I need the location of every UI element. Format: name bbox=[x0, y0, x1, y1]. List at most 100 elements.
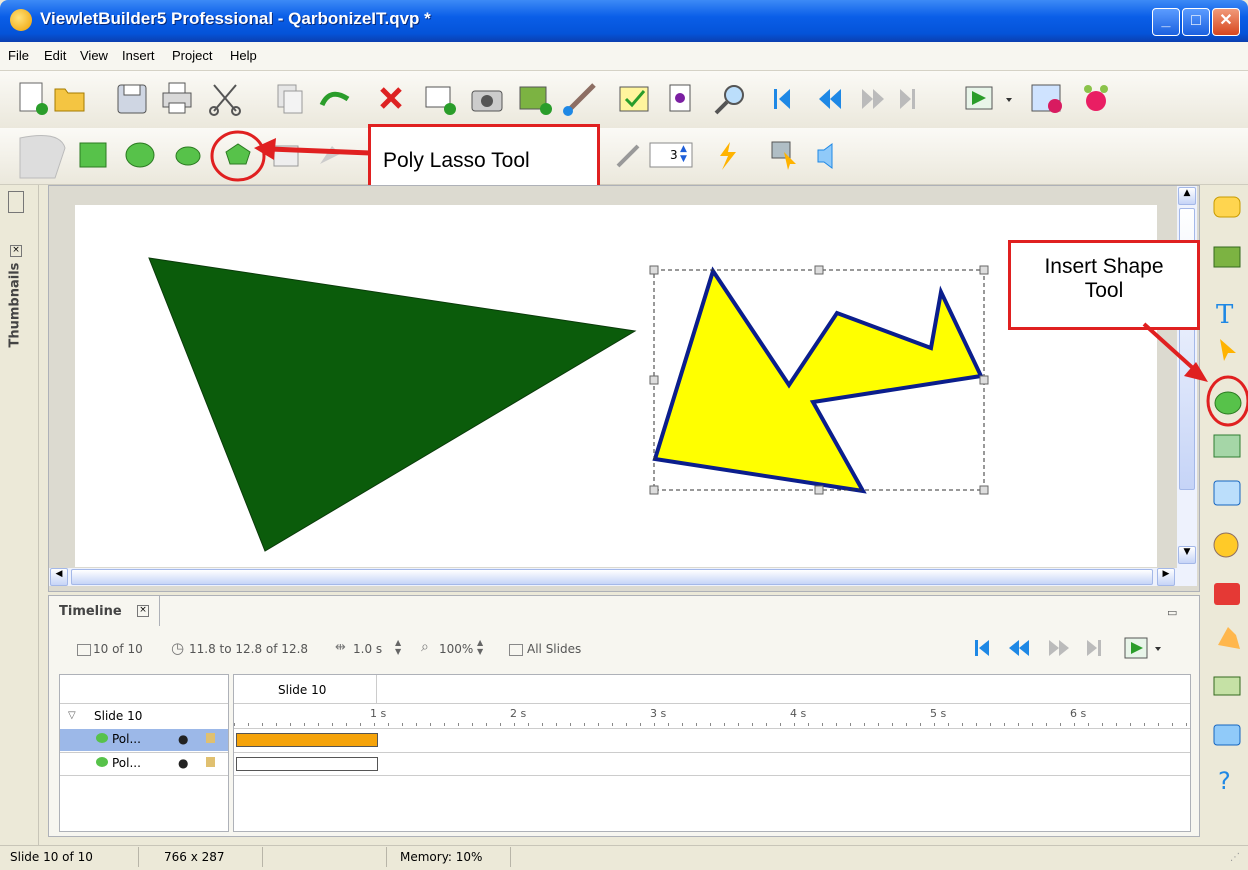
callout-tool-icon bbox=[1213, 196, 1241, 218]
insert-shape-callout-line1: Insert Shape bbox=[1044, 255, 1164, 278]
timeline-tracks: Slide 10 1 s 2 s 3 s 4 s 5 s 6 s bbox=[233, 674, 1191, 832]
camera-icon bbox=[471, 90, 503, 112]
rectangle-tool-icon bbox=[79, 142, 107, 168]
copy-icon bbox=[277, 84, 303, 114]
menu-help[interactable]: Help bbox=[230, 48, 257, 63]
handle-icon bbox=[19, 135, 66, 179]
poly-lasso-arrow bbox=[254, 138, 371, 160]
maximize-button[interactable]: □ bbox=[1182, 8, 1210, 36]
publish-icon bbox=[1031, 84, 1062, 113]
horizontal-scrollbar[interactable]: ◀ ▶ bbox=[49, 568, 1177, 586]
image-slide-icon bbox=[519, 86, 552, 115]
brush-icon bbox=[563, 83, 596, 116]
check-icon bbox=[619, 86, 649, 112]
pause-tool-icon bbox=[1214, 583, 1240, 605]
main-toolbar bbox=[0, 71, 1248, 129]
window-title: ViewletBuilder5 Professional - Qarbonize… bbox=[40, 9, 431, 28]
scroll-left-button[interactable]: ◀ bbox=[50, 568, 68, 586]
movie-tool-icon bbox=[1213, 532, 1239, 558]
window-tool-icon bbox=[1213, 724, 1241, 746]
open-folder-icon bbox=[54, 88, 85, 112]
timeline-title: Timeline bbox=[59, 604, 122, 619]
layer-name-1: Pol... bbox=[112, 732, 141, 746]
preview-icon bbox=[965, 86, 1012, 110]
picture-tool-icon bbox=[1213, 434, 1241, 458]
lock-icon[interactable] bbox=[206, 733, 215, 743]
ruler-2s: 2 s bbox=[510, 707, 527, 720]
insert-shape-callout: Insert Shape Tool bbox=[1008, 240, 1200, 330]
print-icon bbox=[162, 82, 192, 114]
first-slide-icon bbox=[774, 89, 790, 109]
left-panel-strip: × Thumbnails bbox=[0, 185, 39, 845]
line-width-stepper[interactable]: ▲ ▼ bbox=[680, 144, 690, 166]
layer-name-2[interactable]: Pol... bbox=[112, 756, 141, 770]
line-width-value[interactable]: 3 bbox=[670, 148, 678, 162]
layer-bar-1[interactable] bbox=[236, 733, 378, 747]
slide-canvas[interactable] bbox=[75, 205, 1157, 567]
pointer-tool-icon bbox=[1220, 339, 1236, 361]
ruler-6s: 6 s bbox=[1070, 707, 1087, 720]
timeline-last-icon bbox=[1087, 640, 1101, 656]
menu-project[interactable]: Project bbox=[172, 48, 212, 63]
resize-grip-icon[interactable]: ⋰ bbox=[1230, 852, 1240, 863]
menu-edit[interactable]: Edit bbox=[44, 48, 66, 63]
timeline-first-icon bbox=[975, 640, 989, 656]
timeline-tab[interactable]: Timeline × bbox=[49, 596, 160, 626]
minimize-button[interactable]: _ bbox=[1152, 8, 1180, 36]
clock-icon: ◷ bbox=[171, 639, 185, 657]
slide-header: Slide 10 bbox=[234, 675, 377, 703]
delete-icon bbox=[380, 87, 402, 109]
magnify-icon bbox=[714, 85, 744, 115]
next-slide-icon bbox=[862, 89, 884, 109]
tree-expand-icon[interactable]: ▽ bbox=[68, 710, 76, 721]
visibility-eye-icon[interactable]: ● bbox=[178, 732, 188, 746]
duration-stepper[interactable]: ▲ ▼ bbox=[395, 638, 401, 656]
layer-shape-icon bbox=[96, 757, 108, 767]
tree-root-label[interactable]: Slide 10 bbox=[94, 709, 142, 723]
close-button[interactable]: ✕ bbox=[1212, 8, 1240, 36]
ruler-5s: 5 s bbox=[930, 707, 947, 720]
save-icon bbox=[117, 84, 147, 114]
menu-file[interactable]: File bbox=[8, 48, 29, 63]
slide-counter-icon bbox=[77, 644, 91, 656]
zoom-stepper[interactable]: ▲ ▼ bbox=[477, 638, 483, 656]
scroll-down-button[interactable]: ▼ bbox=[1178, 546, 1196, 564]
menu-view[interactable]: View bbox=[80, 48, 108, 63]
ellipse-tool-icon bbox=[125, 142, 155, 168]
undo-icon bbox=[319, 91, 350, 107]
status-memory: Memory: 10% bbox=[400, 850, 483, 864]
timeline-next-icon bbox=[1049, 640, 1069, 656]
shape-toolbar: 3 ▲ ▼ bbox=[0, 128, 1248, 185]
add-slide-icon bbox=[425, 86, 456, 115]
lightning-icon bbox=[720, 142, 736, 170]
layer-bar-2[interactable] bbox=[236, 757, 378, 771]
scroll-right-button[interactable]: ▶ bbox=[1157, 568, 1175, 586]
insert-toolbar: T ? bbox=[1204, 185, 1248, 845]
restore-icon[interactable] bbox=[8, 191, 24, 213]
thumbnails-tab[interactable]: Thumbnails bbox=[8, 263, 23, 348]
lock-icon[interactable] bbox=[206, 757, 215, 767]
last-slide-icon bbox=[900, 89, 915, 109]
slide-counter: 10 of 10 bbox=[93, 642, 143, 656]
layer-row-1[interactable] bbox=[60, 729, 228, 751]
visibility-eye-icon[interactable]: ● bbox=[178, 756, 188, 770]
yellow-arrow-shape bbox=[652, 266, 984, 494]
timeline-close-icon[interactable]: × bbox=[137, 605, 149, 617]
close-thumbnails-icon[interactable]: × bbox=[10, 245, 22, 257]
menu-insert[interactable]: Insert bbox=[122, 48, 155, 63]
scroll-up-button[interactable]: ▲ bbox=[1178, 187, 1196, 205]
poly-lasso-callout-text: Poly Lasso Tool bbox=[383, 149, 530, 172]
zoom-value[interactable]: 100% bbox=[439, 642, 473, 656]
horizontal-scroll-thumb[interactable] bbox=[71, 569, 1153, 585]
menu-bar: File Edit View Insert Project Help bbox=[0, 42, 1248, 71]
timeline-minimize-icon[interactable]: ▭ bbox=[1167, 606, 1177, 619]
zoom-icon: ⌕ bbox=[421, 639, 429, 655]
title-bar: ViewletBuilder5 Professional - Qarbonize… bbox=[0, 0, 1248, 42]
green-triangle-shape bbox=[148, 257, 637, 552]
insert-shape-arrow bbox=[1142, 322, 1208, 382]
all-slides-toggle[interactable]: All Slides bbox=[527, 642, 581, 656]
poly-lasso-tool-icon bbox=[225, 143, 251, 165]
duration-value[interactable]: 1.0 s bbox=[353, 642, 382, 656]
duration-icon: ⇹ bbox=[335, 640, 346, 655]
ok-button-tool-icon bbox=[1213, 480, 1241, 506]
